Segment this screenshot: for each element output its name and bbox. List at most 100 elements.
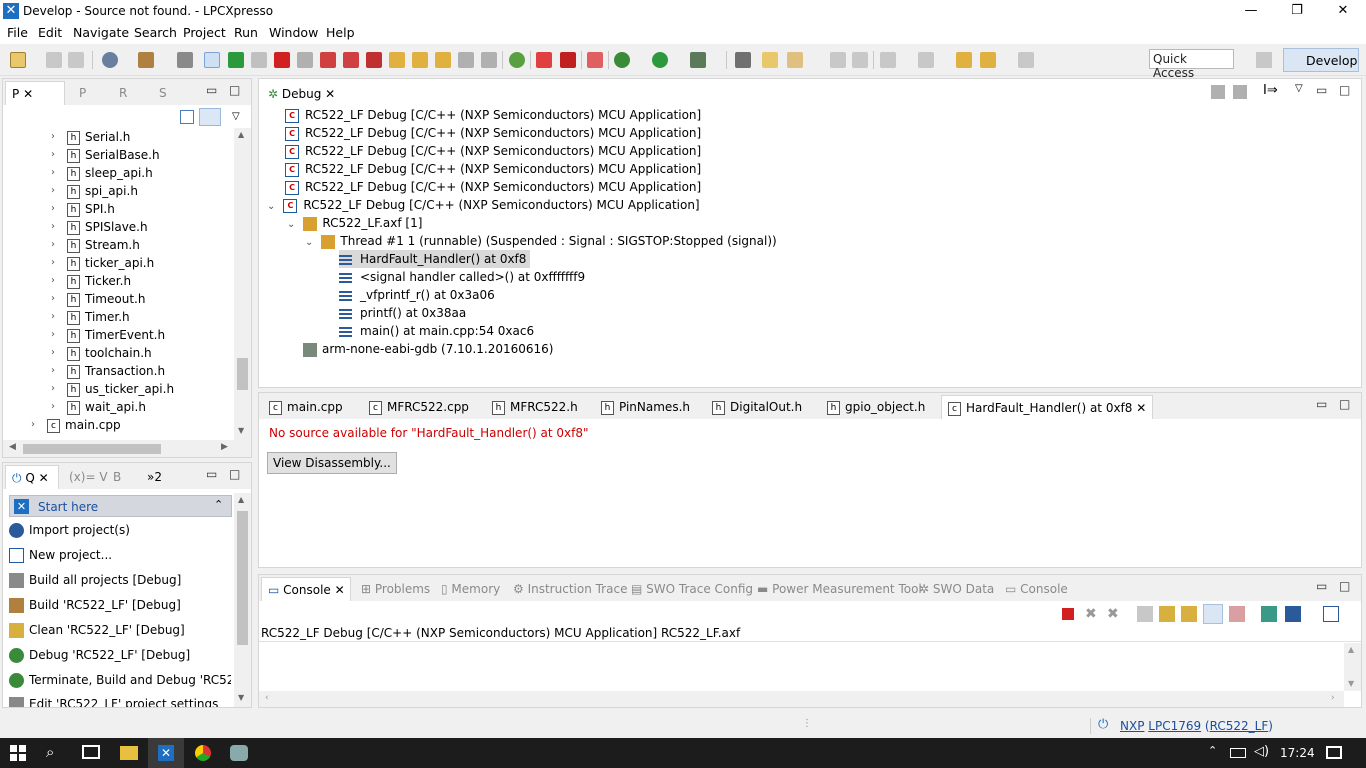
process-item[interactable]: ⌄ RC522_LF.axf [1] — [287, 214, 422, 232]
tab-swo-trace-config[interactable]: ▤ SWO Trace Config — [625, 577, 759, 601]
tree-item[interactable]: › h Stream.h — [51, 236, 140, 254]
tab-power-measurement[interactable]: ▬ Power Measurement Tool — [751, 577, 928, 601]
pilcrow-icon[interactable] — [852, 52, 868, 68]
tab-pinnames-h[interactable]: h PinNames.h — [595, 395, 696, 419]
terminate-icon[interactable] — [1062, 608, 1074, 620]
open-folder-icon[interactable] — [762, 52, 778, 68]
tree-item[interactable]: › h wait_api.h — [51, 398, 146, 416]
terminate-all-icon[interactable] — [320, 52, 336, 68]
link-editor-icon[interactable] — [199, 108, 221, 126]
remove-all-launches-icon[interactable]: ✖ — [1107, 606, 1119, 622]
quickstart-item[interactable]: Debug 'RC522_LF' [Debug] — [9, 644, 190, 666]
step-filter-icon[interactable]: I⇒ — [1263, 83, 1278, 98]
tab-variables[interactable]: (x)= V — [63, 465, 114, 489]
chrome-icon[interactable] — [195, 745, 211, 761]
tree-item-main-cpp[interactable]: › c main.cpp — [31, 416, 121, 434]
tree-item[interactable]: › h sleep_api.h — [51, 164, 153, 182]
tab-mfrc522-cpp[interactable]: c MFRC522.cpp — [363, 395, 475, 419]
console-vertical-scrollbar[interactable]: ▲ ▼ — [1344, 643, 1361, 691]
skip-breakpoints-icon[interactable] — [204, 52, 220, 68]
stack-frame[interactable]: _vfprintf_r() at 0x3a06 — [339, 286, 495, 304]
menu-project[interactable]: Project — [183, 25, 226, 40]
file-explorer-icon[interactable] — [120, 746, 138, 760]
tab-swo-data[interactable]: ✲ SWO Data — [913, 577, 1000, 601]
open-perspective-icon[interactable] — [1256, 52, 1272, 68]
vertical-scrollbar[interactable]: ▲ ▼ — [234, 128, 251, 440]
tab-s[interactable]: S — [153, 81, 173, 105]
tab-r[interactable]: R — [113, 81, 133, 105]
remove-all-icon[interactable] — [1233, 85, 1247, 99]
tab-problems[interactable]: ⊞ Problems — [355, 577, 436, 601]
display-console-icon[interactable] — [1285, 606, 1301, 622]
build-hammer-icon[interactable] — [138, 52, 154, 68]
windows-start-icon[interactable] — [10, 745, 26, 761]
menu-file[interactable]: File — [7, 25, 28, 40]
launch-item[interactable]: C RC522_LF Debug [C/C++ (NXP Semiconducto… — [285, 142, 701, 160]
tab-console-2[interactable]: ▭ Console — [999, 577, 1074, 601]
launch-item[interactable]: C RC522_LF Debug [C/C++ (NXP Semiconducto… — [285, 160, 701, 178]
tree-item[interactable]: › h spi_api.h — [51, 182, 138, 200]
link-icon[interactable] — [536, 52, 552, 68]
launch-item[interactable]: C RC522_LF Debug [C/C++ (NXP Semiconducto… — [285, 124, 701, 142]
suspend-icon[interactable] — [251, 52, 267, 68]
tree-item[interactable]: › h Transaction.h — [51, 362, 165, 380]
tree-item[interactable]: › h toolchain.h — [51, 344, 152, 362]
flash-icon[interactable] — [560, 52, 576, 68]
tab-mfrc522-h[interactable]: h MFRC522.h — [486, 395, 584, 419]
horizontal-scrollbar[interactable]: ◀ ▶ — [3, 440, 251, 457]
maximize-icon[interactable]: □ — [1339, 83, 1350, 97]
quickstart-item[interactable]: Import project(s) — [9, 519, 130, 541]
maximize-icon[interactable]: □ — [229, 83, 240, 97]
menu-navigate[interactable]: Navigate — [73, 25, 129, 40]
step-over-icon[interactable] — [412, 52, 428, 68]
new-icon[interactable] — [10, 52, 26, 68]
view-menu-icon[interactable]: ▽ — [1295, 83, 1303, 94]
scroll-lock-icon[interactable] — [1159, 606, 1175, 622]
disconnect-icon[interactable] — [297, 52, 313, 68]
pin-console-icon[interactable] — [1261, 606, 1277, 622]
maximize-icon[interactable]: □ — [229, 467, 240, 481]
menu-edit[interactable]: Edit — [38, 25, 62, 40]
thread-item[interactable]: ⌄ Thread #1 1 (runnable) (Suspended : Sig… — [305, 232, 777, 250]
tree-item[interactable]: › h Serial.h — [51, 128, 130, 146]
show-on-output-icon[interactable] — [1203, 604, 1223, 624]
launch-item[interactable]: C RC522_LF Debug [C/C++ (NXP Semiconducto… — [285, 178, 701, 196]
open-type-icon[interactable] — [735, 52, 751, 68]
drop-frame-icon[interactable] — [481, 52, 497, 68]
clear-console-icon[interactable] — [1137, 606, 1153, 622]
instruction-step-icon[interactable] — [458, 52, 474, 68]
tab-quickstart[interactable]: ⏻ Q ✕ — [5, 465, 59, 489]
quickstart-item[interactable]: Terminate, Build and Debug 'RC522_L — [9, 669, 231, 691]
chip-link[interactable]: LPC1769 — [1148, 719, 1201, 733]
nxp-link[interactable]: NXP — [1120, 719, 1144, 733]
minimize-button[interactable]: — — [1228, 0, 1274, 22]
tab-overflow[interactable]: »2 — [141, 465, 168, 489]
stack-frame[interactable]: main() at main.cpp:54 0xac6 — [339, 322, 534, 340]
quickstart-item[interactable]: Build 'RC522_LF' [Debug] — [9, 594, 181, 616]
maximize-icon[interactable]: □ — [1339, 397, 1350, 411]
search-icon[interactable]: ⌕ — [46, 743, 54, 761]
next-annotation-icon[interactable] — [880, 52, 896, 68]
prev-annotation-icon[interactable] — [918, 52, 934, 68]
stack-frame[interactable]: printf() at 0x38aa — [339, 304, 466, 322]
lpcxpresso-taskbar-button[interactable]: ✕ — [148, 738, 184, 768]
tree-item[interactable]: › h Ticker.h — [51, 272, 131, 290]
console-horizontal-scrollbar[interactable]: ‹ › — [259, 691, 1344, 707]
forward-icon[interactable] — [1018, 52, 1034, 68]
remove-launch-icon[interactable]: ✖ — [1085, 606, 1097, 622]
save-all-icon[interactable] — [68, 52, 84, 68]
menu-help[interactable]: Help — [326, 25, 355, 40]
tab-hardfault-handler[interactable]: c HardFault_Handler() at 0xf8 ✕ — [941, 395, 1154, 419]
terminate-relaunch-icon[interactable] — [343, 52, 359, 68]
app-icon[interactable] — [230, 745, 248, 761]
launch-item[interactable]: C RC522_LF Debug [C/C++ (NXP Semiconducto… — [285, 106, 701, 124]
tree-item[interactable]: › h Timer.h — [51, 308, 130, 326]
search-icon[interactable] — [787, 52, 803, 68]
tab-main-cpp[interactable]: c main.cpp — [263, 395, 349, 419]
view-menu-icon[interactable]: ▽ — [232, 111, 240, 122]
tab-gpio-object-h[interactable]: h gpio_object.h — [821, 395, 931, 419]
toggle-mark-icon[interactable] — [830, 52, 846, 68]
stack-frame-selected[interactable]: HardFault_Handler() at 0xf8 — [339, 250, 531, 268]
clock[interactable]: 17:24 — [1280, 746, 1315, 760]
binary-icon[interactable] — [177, 52, 193, 68]
